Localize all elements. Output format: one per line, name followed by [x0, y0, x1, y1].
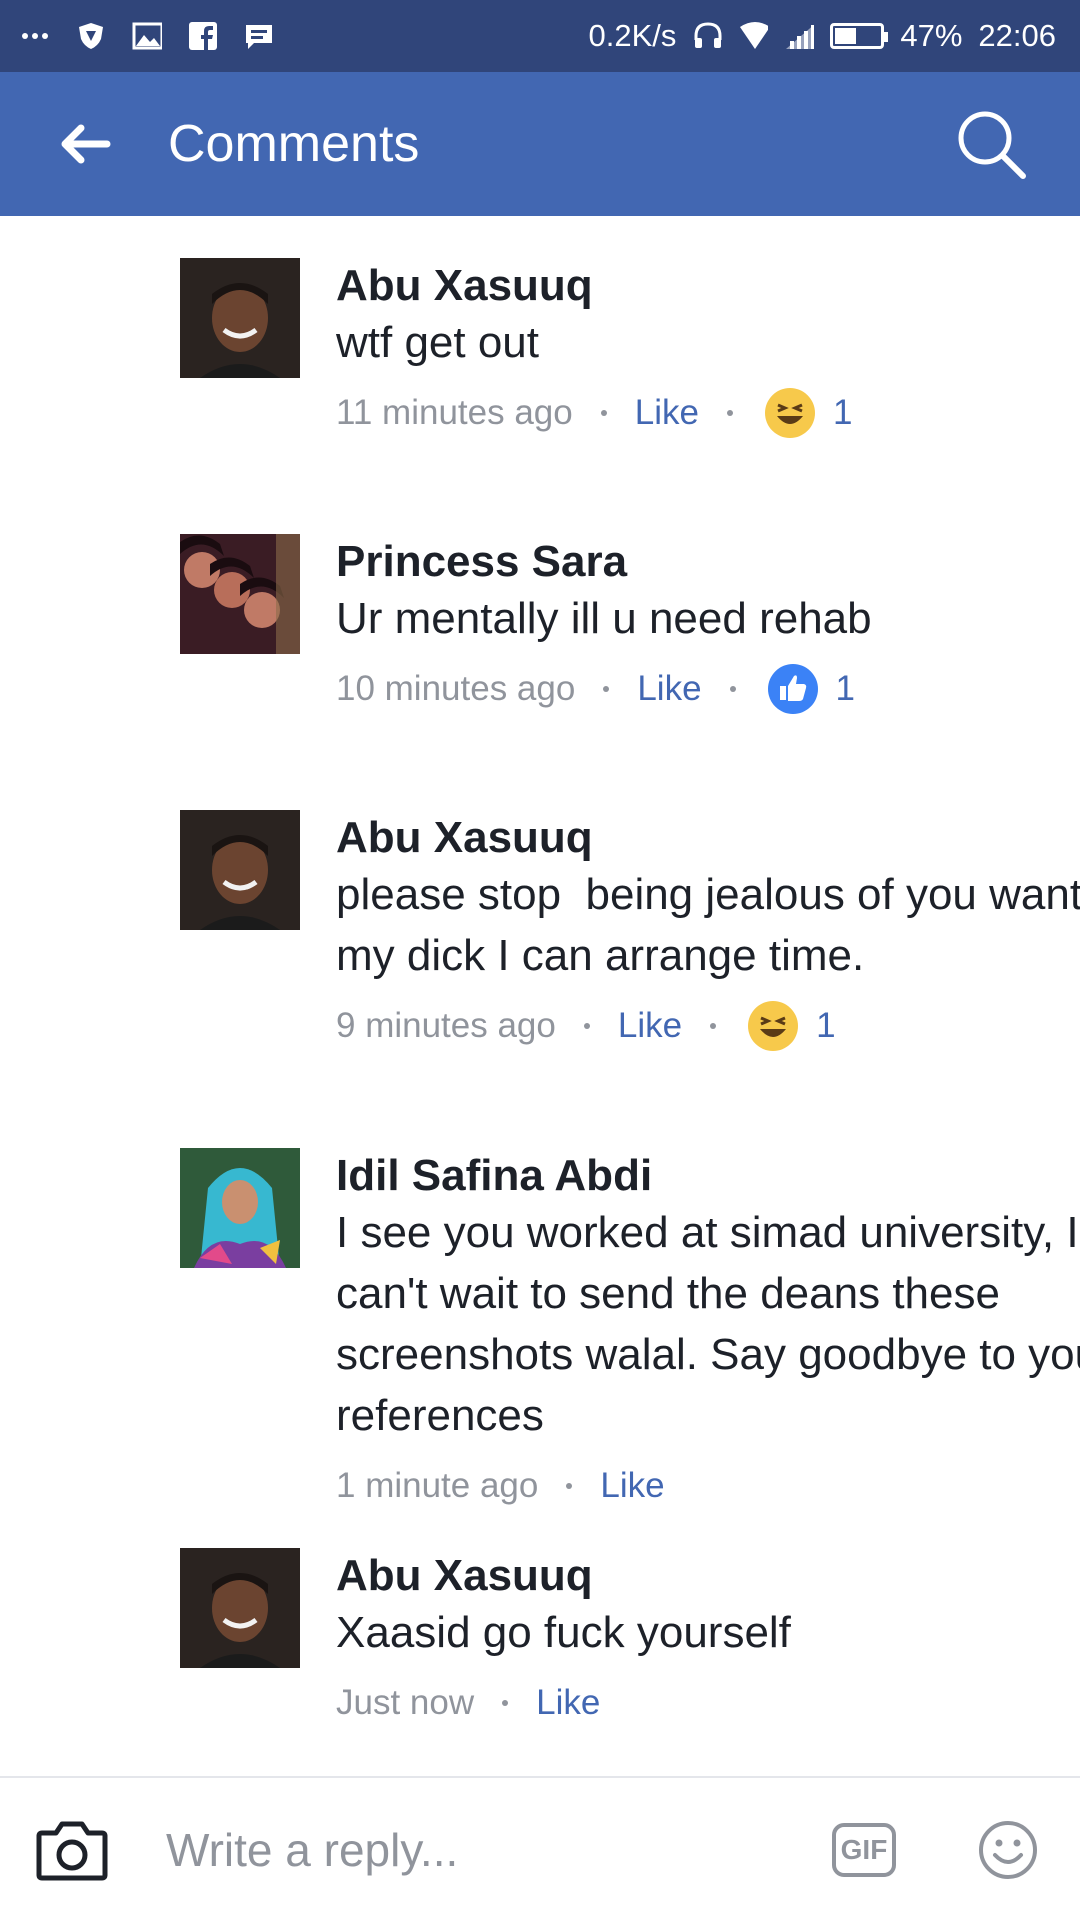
separator-dot [502, 1700, 509, 1706]
reaction-count[interactable]: 1 [836, 669, 855, 709]
camera-button[interactable] [34, 1812, 110, 1888]
comment-author[interactable]: Abu Xasuuq [336, 812, 1080, 864]
comment-author[interactable]: Princess Sara [336, 536, 1080, 588]
haha-icon[interactable] [748, 1001, 799, 1051]
smiley-icon [979, 1821, 1037, 1879]
vpn-shield-icon [76, 21, 106, 51]
gallery-icon [132, 21, 162, 51]
like-button[interactable]: Like [635, 393, 699, 433]
arrow-left-icon [61, 124, 111, 164]
reaction-count[interactable]: 1 [816, 1006, 835, 1046]
comment-time: 9 minutes ago [336, 1006, 556, 1045]
like-icon[interactable] [767, 664, 818, 714]
separator-dot [603, 686, 610, 692]
comment-author[interactable]: Abu Xasuuq [336, 260, 1080, 312]
comment-time: Just now [336, 1683, 475, 1722]
emoji-button[interactable] [976, 1818, 1040, 1882]
reply-composer: Write a reply... GIF [0, 1776, 1080, 1922]
comment-time: 1 minute ago [336, 1466, 539, 1505]
avatar[interactable] [180, 810, 300, 930]
app-bar: Comments [0, 72, 1080, 216]
like-button[interactable]: Like [600, 1466, 664, 1506]
reaction-count[interactable]: 1 [833, 393, 852, 433]
separator-dot [710, 1023, 717, 1029]
avatar[interactable] [180, 1148, 300, 1268]
comment-text: wtf get out [336, 318, 540, 367]
comment-text: Xaasid go fuck yourself [336, 1608, 791, 1657]
like-button[interactable]: Like [618, 1006, 682, 1046]
separator-dot [583, 1023, 590, 1029]
more-notifications-icon [20, 21, 50, 51]
battery-percent: 47% [900, 18, 963, 53]
like-button[interactable]: Like [536, 1683, 600, 1723]
message-icon [244, 21, 274, 51]
headset-icon [692, 21, 722, 51]
comment-author[interactable]: Abu Xasuuq [336, 1550, 1080, 1602]
comments-list[interactable]: Abu Xasuuq wtf get out 11 minutes ago Li… [0, 216, 1080, 1776]
gif-button[interactable]: GIF [832, 1823, 896, 1877]
separator-dot [726, 410, 733, 416]
comment-text: Ur mentally ill u need rehab [336, 594, 872, 643]
avatar[interactable] [180, 534, 300, 654]
separator-dot [729, 686, 736, 692]
comment-text: I see you worked at simad university, I … [336, 1208, 1080, 1440]
separator-dot [600, 410, 607, 416]
signal-icon [784, 21, 815, 51]
comment-author[interactable]: Idil Safina Abdi [336, 1150, 1080, 1202]
battery-icon [830, 23, 889, 49]
comment-text: please stop being jealous of you want my… [336, 870, 1080, 980]
clock: 22:06 [978, 18, 1056, 53]
separator-dot [566, 1483, 573, 1489]
page-title: Comments [168, 115, 420, 173]
camera-icon [36, 1821, 108, 1881]
comment-time: 10 minutes ago [336, 669, 576, 708]
comment-time: 11 minutes ago [336, 393, 573, 432]
like-button[interactable]: Like [637, 669, 701, 709]
avatar[interactable] [180, 1548, 300, 1668]
haha-icon[interactable] [764, 388, 815, 438]
facebook-icon [188, 21, 218, 51]
reply-input[interactable]: Write a reply... [166, 1823, 832, 1877]
wifi-icon [738, 21, 769, 51]
search-icon [958, 111, 1026, 179]
status-bar: 0.2K/s 47% 22:06 [0, 0, 1080, 72]
back-button[interactable] [40, 99, 130, 189]
avatar[interactable] [180, 258, 300, 378]
network-speed: 0.2K/s [588, 18, 677, 53]
search-button[interactable] [946, 99, 1036, 189]
